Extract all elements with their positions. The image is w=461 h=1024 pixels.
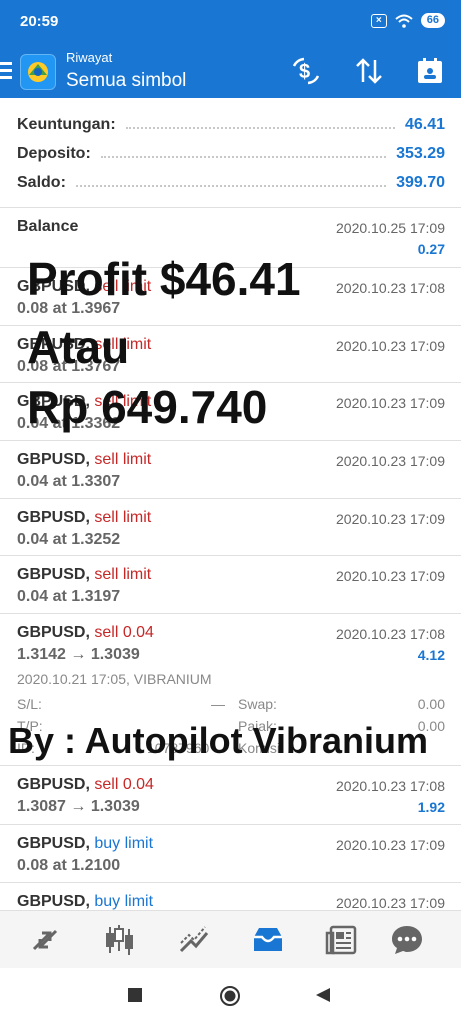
chat-icon[interactable] [390, 923, 424, 957]
deal-prices: 1.3142 → 1.3039 [17, 646, 140, 663]
row-amount: 0.27 [417, 241, 445, 257]
row-symbol: GBPUSD, sell limit [17, 509, 152, 526]
swap-value: 0.00 [417, 696, 445, 712]
row-time: 2020.10.23 17:08 [336, 778, 445, 794]
bottom-toolbar [0, 910, 461, 968]
battery-icon: 66 [420, 13, 445, 28]
row-time: 2020.10.23 17:09 [336, 338, 445, 354]
dotted-leader [100, 156, 387, 158]
overlay-rupiah-text: Rp 649.740 [27, 381, 268, 433]
row-time: 2020.10.25 17:09 [336, 220, 445, 236]
sl-value: — [211, 696, 225, 712]
order-detail: 0.08 at 1.2100 [17, 857, 121, 874]
row-symbol: GBPUSD, sell 0.04 [17, 776, 154, 793]
row-symbol: GBPUSD, sell 0.04 [17, 624, 154, 641]
menu-icon[interactable] [0, 62, 12, 83]
order-row[interactable]: GBPUSD, sell limit 0.04 at 1.3252 2020.1… [0, 499, 461, 556]
deal-row[interactable]: GBPUSD, sell 0.04 1.3087 → 1.3039 2020.1… [0, 766, 461, 825]
order-type: buy limit [94, 835, 154, 852]
app-bar: Riwayat Semua simbol $ [0, 44, 461, 98]
summary-value: 399.70 [396, 174, 445, 191]
overlay-credit-text: By : Autopilot Vibranium [8, 720, 428, 761]
order-detail: 0.04 at 1.3252 [17, 531, 121, 548]
order-type: buy limit [94, 893, 154, 910]
row-time: 2020.10.23 17:09 [336, 395, 445, 411]
recents-icon[interactable] [128, 988, 142, 1002]
row-time: 2020.10.23 17:08 [336, 626, 445, 642]
summary-row-balance: Saldo: 399.70 [17, 172, 445, 194]
summary-row-deposit: Deposito: 353.29 [17, 143, 445, 165]
sim-icon: × [370, 13, 387, 28]
currency-exchange-icon[interactable]: $ [290, 56, 322, 86]
metatrader-logo [20, 54, 56, 90]
summary-value: 353.29 [396, 145, 445, 162]
row-time: 2020.10.23 17:09 [336, 511, 445, 527]
deal-type: sell 0.04 [94, 624, 154, 641]
order-type: sell limit [94, 451, 152, 468]
row-symbol: GBPUSD, sell limit [17, 566, 152, 583]
overlay-profit-text: Profit $46.41 [27, 253, 301, 305]
order-type: sell limit [94, 566, 152, 583]
dotted-leader [125, 127, 395, 129]
page-title[interactable]: Semua simbol [66, 70, 186, 92]
status-bar: 20:59 × 66 [0, 0, 461, 44]
deal-prices: 1.3087 → 1.3039 [17, 798, 140, 815]
row-symbol: GBPUSD, sell limit [17, 451, 152, 468]
order-row[interactable]: GBPUSD, sell limit 0.04 at 1.3307 2020.1… [0, 441, 461, 499]
order-type: sell limit [94, 509, 152, 526]
summary-label: Saldo: [17, 174, 66, 191]
overlay-atau-text: Atau [27, 321, 130, 373]
back-icon[interactable] [316, 988, 330, 1002]
row-symbol: GBPUSD, buy limit [17, 835, 154, 852]
sl-label: S/L: [17, 696, 42, 712]
status-time: 20:59 [20, 13, 59, 30]
row-time: 2020.10.23 17:09 [336, 837, 445, 853]
quotes-icon[interactable] [28, 923, 62, 957]
order-row[interactable]: GBPUSD, buy limit 0.08 at 1.2100 2020.10… [0, 825, 461, 883]
row-title: Balance [17, 218, 79, 235]
history-icon[interactable] [251, 923, 285, 957]
calendar-icon[interactable] [414, 56, 446, 86]
deal-profit: 1.92 [417, 799, 445, 815]
news-icon[interactable] [325, 923, 359, 957]
summary-label: Deposito: [17, 145, 91, 162]
svg-text:$: $ [299, 61, 310, 83]
dotted-leader [75, 185, 387, 187]
row-time: 2020.10.23 17:08 [336, 280, 445, 296]
row-time: 2020.10.23 17:09 [336, 895, 445, 910]
summary-label: Keuntungan: [17, 116, 116, 133]
deal-open-info: 2020.10.21 17:05, VIBRANIUM [17, 671, 212, 687]
row-time: 2020.10.23 17:09 [336, 453, 445, 469]
home-icon[interactable] [219, 985, 241, 1007]
page-subtitle: Riwayat [66, 50, 113, 65]
wifi-icon [395, 14, 413, 28]
row-time: 2020.10.23 17:09 [336, 568, 445, 584]
order-detail: 0.04 at 1.3307 [17, 473, 121, 490]
swap-label: Swap: [238, 696, 277, 712]
sort-icon[interactable] [353, 56, 385, 86]
account-summary: Keuntungan: 46.41 Deposito: 353.29 Saldo… [0, 98, 461, 208]
deal-profit: 4.12 [417, 647, 445, 663]
summary-value: 46.41 [404, 116, 445, 133]
status-icons: × 66 [370, 13, 445, 28]
deal-type: sell 0.04 [94, 776, 154, 793]
order-row[interactable]: GBPUSD, sell limit 0.04 at 1.3197 2020.1… [0, 556, 461, 614]
order-row[interactable]: GBPUSD, buy limit 2020.10.23 17:09 [0, 883, 461, 910]
chart-icon[interactable] [102, 923, 136, 957]
system-nav-bar [0, 968, 461, 1024]
summary-row-profit: Keuntungan: 46.41 [17, 114, 445, 136]
trade-icon[interactable] [177, 923, 211, 957]
order-detail: 0.04 at 1.3197 [17, 588, 121, 605]
row-symbol: GBPUSD, buy limit [17, 893, 154, 910]
